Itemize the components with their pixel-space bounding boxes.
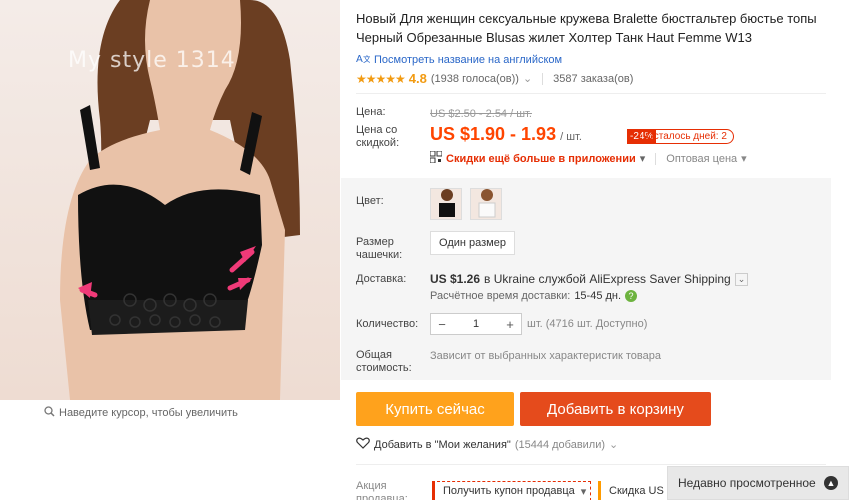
shipping-price: US $1.26 [430, 272, 481, 286]
app-discount-row: Скидки ещё больше в приложении ▾ Оптовая… [429, 150, 747, 166]
caret-down-icon[interactable]: ▾ [741, 152, 747, 165]
buy-now-button[interactable]: Купить сейчас [356, 392, 514, 426]
shipping-info: US $1.26 в Ukraine службой AliExpress Sa… [430, 272, 749, 286]
image-watermark: My style 1314 [68, 48, 236, 73]
add-to-wishlist-link[interactable]: Добавить в "Мои желания" (15444 добавили… [356, 437, 618, 452]
chevron-up-icon[interactable]: ▲ [824, 476, 838, 490]
delivery-time-label: Расчётное время доставки: [430, 290, 571, 302]
chevron-down-icon[interactable]: ⌄ [734, 272, 749, 286]
discount-price-value: US $1.90 - 1.93 [430, 124, 557, 144]
quantity-stepper: − 1 + [430, 313, 522, 335]
days-left-badge: Осталось дней: 2 [639, 129, 734, 144]
seller-promo-label: Акция продавца: [356, 480, 408, 500]
rating-stars-icon: ★★★★★ [356, 71, 406, 86]
quantity-input[interactable]: 1 [473, 318, 479, 330]
magnifier-icon [44, 406, 55, 420]
translate-link-label[interactable]: Посмотреть название на английском [374, 54, 562, 66]
section-divider [356, 93, 826, 94]
svg-text:文: 文 [363, 54, 370, 64]
caret-down-icon[interactable]: ▾ [581, 485, 587, 498]
quantity-decrease-button[interactable]: − [431, 317, 453, 332]
add-to-cart-button[interactable]: Добавить в корзину [520, 392, 711, 426]
recently-viewed-bar[interactable]: Недавно просмотренное ▲ [667, 466, 849, 500]
orders-count: 3587 заказа(ов) [553, 72, 634, 85]
rating-row: ★★★★★ 4.8 (1938 голоса(ов)) ⌄ 3587 заказ… [356, 71, 633, 86]
app-discount-link[interactable]: Скидки ещё больше в приложении [446, 153, 636, 165]
translate-icon: A文 [356, 52, 371, 67]
old-price: US $2.50 - 2.54 / шт. [430, 108, 532, 120]
zoom-hint: Наведите курсор, чтобы увеличить [44, 406, 238, 420]
wishlist-count: (15444 добавили) [514, 438, 606, 451]
wholesale-price-link[interactable]: Оптовая цена [666, 153, 737, 165]
product-gallery: My style 1314 Наведите курсор, чтобы уве… [0, 0, 340, 430]
wishlist-label[interactable]: Добавить в "Мои желания" [374, 439, 511, 451]
total-label: Общая стоимость: [356, 349, 412, 374]
quantity-available: шт. (4716 шт. Доступно) [527, 318, 648, 330]
caret-down-icon[interactable]: ▾ [640, 152, 646, 165]
rating-value: 4.8 [408, 71, 427, 86]
translate-title-link[interactable]: A文 Посмотреть название на английском [356, 52, 562, 67]
svg-text:A: A [356, 54, 363, 64]
help-icon[interactable]: ? [625, 290, 638, 302]
color-swatch-black[interactable] [430, 188, 462, 220]
discount-price: US $1.90 - 1.93 / шт. [430, 124, 582, 145]
size-option-one-size[interactable]: Один размер [430, 231, 515, 255]
size-label: Размер чашечки: [356, 236, 403, 261]
zoom-hint-text: Наведите курсор, чтобы увеличить [59, 407, 238, 419]
get-seller-coupon-button[interactable]: Получить купон продавца ▾ [432, 481, 591, 500]
delivery-label: Доставка: [356, 273, 407, 285]
color-label: Цвет: [356, 195, 384, 207]
price-label: Цена: [356, 106, 386, 118]
total-value: Зависит от выбранных характеристик товар… [430, 350, 661, 362]
price-unit: / шт. [560, 131, 582, 143]
product-title: Новый Для женщин сексуальные кружева Bra… [356, 11, 817, 45]
color-swatch-white[interactable] [470, 188, 502, 220]
chevron-down-icon[interactable]: ⌄ [523, 72, 532, 85]
divider [542, 72, 544, 85]
discount-coupon[interactable]: Скидка US $ [598, 481, 678, 500]
delivery-time-value: 15-45 дн. [574, 290, 622, 302]
discount-price-label: Цена со скидкой: [356, 124, 400, 149]
quantity-label: Количество: [356, 318, 419, 330]
votes-count[interactable]: (1938 голоса(ов)) [431, 73, 519, 85]
coupon-label[interactable]: Получить купон продавца [443, 485, 575, 497]
divider [655, 152, 657, 165]
product-image[interactable]: My style 1314 [0, 0, 340, 400]
qr-code-icon [429, 150, 443, 166]
recently-viewed-label[interactable]: Недавно просмотренное [678, 476, 816, 490]
shipping-method[interactable]: в Ukraine службой AliExpress Saver Shipp… [484, 272, 731, 286]
heart-icon [356, 437, 370, 452]
section-divider [356, 464, 826, 465]
chevron-down-icon[interactable]: ⌄ [609, 438, 618, 451]
quantity-increase-button[interactable]: + [499, 317, 521, 332]
delivery-time-row: Расчётное время доставки: 15-45 дн. ? [430, 290, 638, 302]
